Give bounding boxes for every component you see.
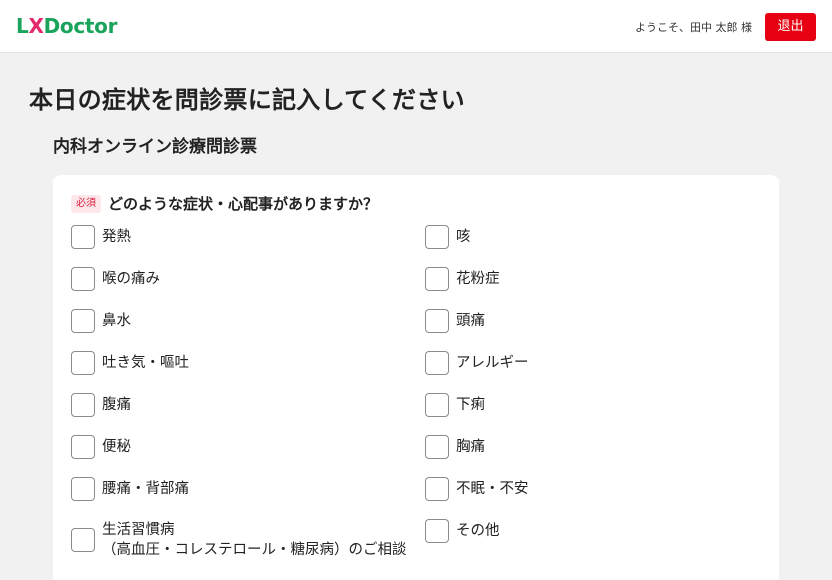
page-title: 本日の症状を問診票に記入してください [29, 86, 465, 114]
checkbox[interactable] [71, 393, 95, 417]
option-label: 便秘 [102, 439, 131, 455]
symptom-option-sore-throat[interactable]: 喉の痛み [71, 267, 160, 291]
app-header: L X Doctor ようこそ、田中 太郎 様 退出 [0, 0, 832, 53]
option-label: 胸痛 [456, 439, 485, 455]
question-text: どのような症状・心配事がありますか？ [108, 195, 379, 213]
symptom-option-chest-pain[interactable]: 胸痛 [425, 435, 485, 459]
logout-button[interactable]: 退出 [765, 13, 816, 41]
symptom-option-runny-nose[interactable]: 鼻水 [71, 309, 131, 333]
option-label: 生活習慣病 （高血圧・コレステロール・糖尿病）のご相談 [102, 522, 407, 558]
checkbox[interactable] [425, 435, 449, 459]
symptom-option-stomachache[interactable]: 腹痛 [71, 393, 131, 417]
lxdoctor-logo[interactable]: L X Doctor [16, 13, 117, 39]
symptom-option-diarrhea[interactable]: 下痢 [425, 393, 485, 417]
symptom-option-nausea[interactable]: 吐き気・嘔吐 [71, 351, 189, 375]
option-label: 花粉症 [456, 271, 500, 287]
option-label: 吐き気・嘔吐 [102, 355, 189, 371]
checkbox[interactable] [425, 309, 449, 333]
checkbox[interactable] [425, 267, 449, 291]
checkbox[interactable] [71, 267, 95, 291]
checkbox[interactable] [425, 519, 449, 543]
symptom-option-constipation[interactable]: 便秘 [71, 435, 131, 459]
symptom-option-hay-fever[interactable]: 花粉症 [425, 267, 500, 291]
welcome-text: ようこそ、田中 太郎 様 [635, 21, 752, 34]
symptom-option-fever[interactable]: 発熱 [71, 225, 131, 249]
checkbox[interactable] [425, 393, 449, 417]
checkbox[interactable] [425, 225, 449, 249]
option-label: 喉の痛み [102, 271, 160, 287]
questionnaire-card: 必須 どのような症状・心配事がありますか？ 発熱 喉の痛み 鼻水 吐き気・嘔吐 … [53, 175, 779, 580]
option-label: 不眠・不安 [456, 481, 529, 497]
option-label: 下痢 [456, 397, 485, 413]
form-title: 内科オンライン診療問診票 [53, 137, 257, 157]
option-label: 鼻水 [102, 313, 131, 329]
option-label: 腰痛・背部痛 [102, 481, 189, 497]
checkbox[interactable] [71, 225, 95, 249]
checkbox[interactable] [71, 351, 95, 375]
checkbox[interactable] [425, 351, 449, 375]
logo-word-doctor: Doctor [43, 14, 118, 38]
required-badge: 必須 [71, 194, 101, 213]
option-label: 頭痛 [456, 313, 485, 329]
checkbox[interactable] [71, 477, 95, 501]
checkbox[interactable] [71, 528, 95, 552]
symptom-option-headache[interactable]: 頭痛 [425, 309, 485, 333]
option-label: 咳 [456, 229, 471, 245]
checkbox[interactable] [71, 435, 95, 459]
option-label: アレルギー [456, 355, 529, 371]
checkbox[interactable] [425, 477, 449, 501]
logo-letter-l: L [16, 14, 29, 38]
option-label: 発熱 [102, 229, 131, 245]
question-heading: 必須 どのような症状・心配事がありますか？ [71, 193, 378, 214]
option-label: 腹痛 [102, 397, 131, 413]
logo-letter-x: X [28, 14, 44, 38]
symptom-option-other[interactable]: その他 [425, 519, 500, 543]
symptom-option-lifestyle-disease[interactable]: 生活習慣病 （高血圧・コレステロール・糖尿病）のご相談 [71, 520, 407, 560]
symptom-option-allergy[interactable]: アレルギー [425, 351, 529, 375]
checkbox[interactable] [71, 309, 95, 333]
symptom-option-cough[interactable]: 咳 [425, 225, 471, 249]
symptom-option-insomnia-anxiety[interactable]: 不眠・不安 [425, 477, 529, 501]
symptom-option-back-pain[interactable]: 腰痛・背部痛 [71, 477, 189, 501]
option-label: その他 [456, 523, 500, 539]
